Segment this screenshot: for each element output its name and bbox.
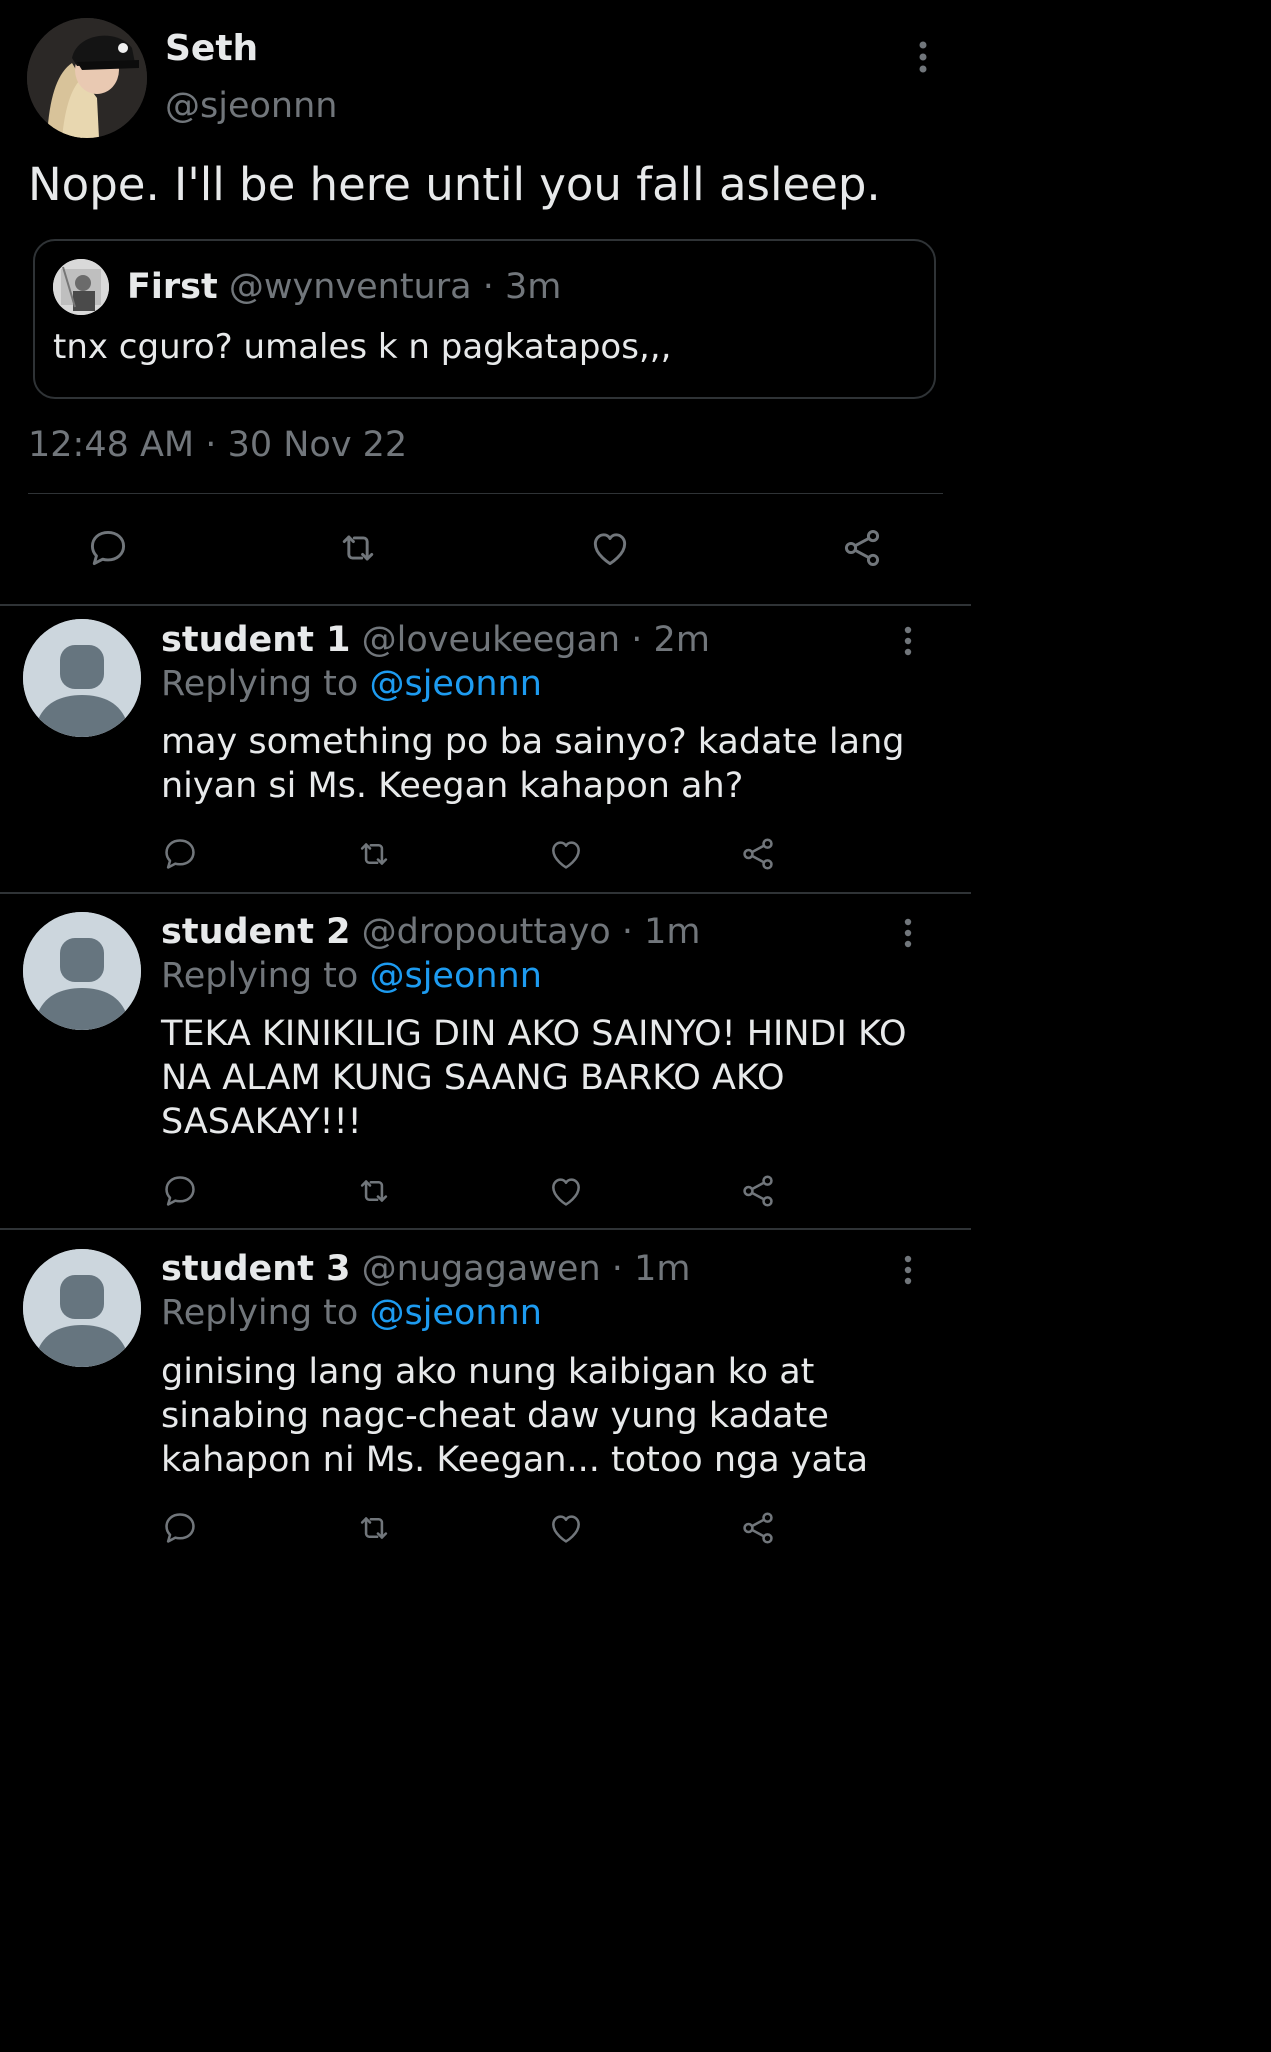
like-icon[interactable] bbox=[546, 834, 586, 874]
tweet-date: 30 Nov 22 bbox=[227, 425, 408, 465]
replying-to-label: Replying to bbox=[161, 664, 359, 704]
main-tweet: Seth @sjeonnn Nope. I'll be here until y… bbox=[0, 0, 971, 605]
retweet-icon[interactable] bbox=[354, 834, 394, 874]
reply-time: 1m bbox=[644, 912, 701, 952]
reply-author-handle[interactable]: @nugagawen bbox=[362, 1249, 601, 1289]
share-icon[interactable] bbox=[738, 1508, 778, 1548]
reply-separator: · bbox=[631, 620, 643, 660]
reply-text: may something po ba sainyo? kadate lang … bbox=[161, 722, 905, 806]
replying-to-label: Replying to bbox=[161, 1293, 359, 1333]
quoted-name: First bbox=[127, 267, 218, 307]
reply-time: 2m bbox=[653, 620, 710, 660]
like-icon[interactable] bbox=[546, 1171, 586, 1211]
quoted-tweet[interactable]: First @wynventura · 3m tnx cguro? umales… bbox=[33, 239, 936, 399]
replying-to-handle[interactable]: @sjeonnn bbox=[369, 1293, 541, 1333]
quoted-time: 3m bbox=[505, 267, 562, 307]
replying-to: Replying to @sjeonnn bbox=[161, 664, 542, 704]
reply-tweet[interactable]: student 1 @loveukeegan · 2m Replying to … bbox=[0, 606, 971, 892]
reply-separator: · bbox=[621, 912, 633, 952]
retweet-icon[interactable] bbox=[354, 1171, 394, 1211]
like-icon[interactable] bbox=[586, 524, 634, 572]
reply-author-name[interactable]: student 3 bbox=[161, 1249, 350, 1289]
replying-to: Replying to @sjeonnn bbox=[161, 956, 542, 996]
quoted-avatar bbox=[53, 259, 109, 315]
author-avatar[interactable] bbox=[27, 18, 147, 138]
quoted-text: tnx cguro? umales k n pagkatapos,,, bbox=[53, 327, 672, 367]
reply-header: student 1 @loveukeegan · 2m bbox=[161, 620, 710, 660]
default-avatar-icon[interactable] bbox=[23, 619, 141, 737]
replying-to: Replying to @sjeonnn bbox=[161, 1293, 542, 1333]
reply-tweet[interactable]: student 3 @nugagawen · 1m Replying to @s… bbox=[0, 1230, 971, 1568]
reply-author-handle[interactable]: @dropouttayo bbox=[362, 912, 611, 952]
reply-text: TEKA KINIKILIG DIN AKO SAINYO! HINDI KO … bbox=[161, 1014, 907, 1142]
replying-to-handle[interactable]: @sjeonnn bbox=[369, 664, 541, 704]
divider bbox=[28, 493, 943, 494]
more-options-icon[interactable] bbox=[905, 38, 941, 78]
more-options-icon[interactable] bbox=[892, 624, 924, 660]
reply-author-name[interactable]: student 1 bbox=[161, 620, 350, 660]
retweet-icon[interactable] bbox=[334, 524, 382, 572]
reply-author-handle[interactable]: @loveukeegan bbox=[362, 620, 621, 660]
reply-separator: · bbox=[611, 1249, 623, 1289]
default-avatar-icon[interactable] bbox=[23, 1249, 141, 1367]
reply-icon[interactable] bbox=[84, 524, 132, 572]
author-name[interactable]: Seth bbox=[165, 28, 258, 69]
like-icon[interactable] bbox=[546, 1508, 586, 1548]
author-handle[interactable]: @sjeonnn bbox=[165, 86, 337, 126]
replying-to-label: Replying to bbox=[161, 956, 359, 996]
replying-to-handle[interactable]: @sjeonnn bbox=[369, 956, 541, 996]
reply-text: ginising lang ako nung kaibigan ko at si… bbox=[161, 1352, 869, 1480]
share-icon[interactable] bbox=[738, 834, 778, 874]
tweet-time: 12:48 AM bbox=[28, 425, 195, 465]
tweet-timestamp: 12:48 AM · 30 Nov 22 bbox=[28, 425, 407, 465]
reply-time: 1m bbox=[634, 1249, 691, 1289]
quoted-header: First @wynventura · 3m bbox=[127, 267, 561, 307]
reply-header: student 3 @nugagawen · 1m bbox=[161, 1249, 690, 1289]
tweet-text: Nope. I'll be here until you fall asleep… bbox=[28, 158, 881, 211]
more-options-icon[interactable] bbox=[892, 1253, 924, 1289]
reply-icon[interactable] bbox=[160, 1171, 200, 1211]
default-avatar-icon[interactable] bbox=[23, 912, 141, 1030]
share-icon[interactable] bbox=[738, 1171, 778, 1211]
reply-tweet[interactable]: student 2 @dropouttayo · 1m Replying to … bbox=[0, 894, 971, 1228]
quoted-separator: · bbox=[482, 267, 494, 307]
reply-author-name[interactable]: student 2 bbox=[161, 912, 350, 952]
more-options-icon[interactable] bbox=[892, 916, 924, 952]
reply-icon[interactable] bbox=[160, 834, 200, 874]
share-icon[interactable] bbox=[838, 524, 886, 572]
reply-icon[interactable] bbox=[160, 1508, 200, 1548]
quoted-handle: @wynventura bbox=[228, 267, 472, 307]
reply-header: student 2 @dropouttayo · 1m bbox=[161, 912, 701, 952]
retweet-icon[interactable] bbox=[354, 1508, 394, 1548]
timestamp-separator: · bbox=[205, 425, 217, 465]
